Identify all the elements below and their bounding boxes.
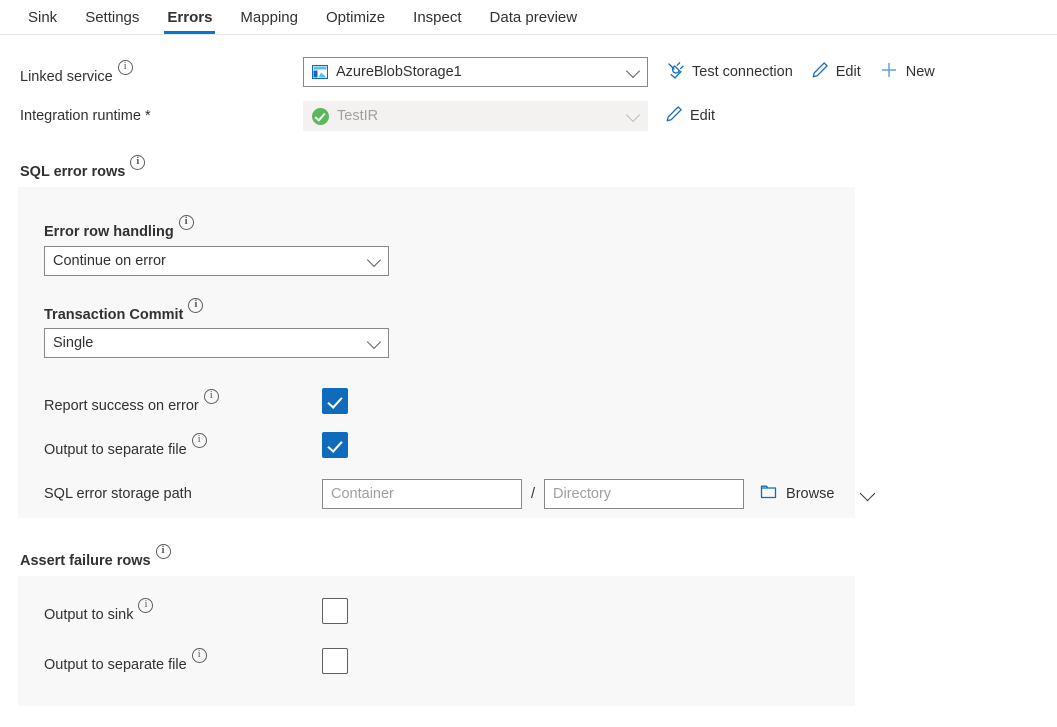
sql-error-storage-path-row: SQL error storage path / Browse: [18, 479, 855, 509]
info-icon[interactable]: [179, 215, 194, 230]
transaction-commit-dropdown[interactable]: Single: [44, 328, 389, 358]
green-check-icon: [312, 108, 329, 125]
assert-failure-rows-title-text: Assert failure rows: [20, 553, 151, 569]
test-connection-button[interactable]: Test connection: [665, 60, 793, 84]
integration-runtime-value: TestIR: [337, 108, 378, 124]
integration-runtime-label-text: Integration runtime: [20, 108, 141, 124]
report-success-on-error-checkbox[interactable]: [322, 388, 348, 414]
tab-label: Errors: [167, 9, 212, 26]
tab-data-preview[interactable]: Data preview: [476, 10, 592, 34]
info-icon[interactable]: [192, 433, 207, 448]
report-success-on-error-label-text: Report success on error: [44, 398, 199, 414]
integration-runtime-label: Integration runtime *: [20, 108, 303, 124]
sql-output-to-separate-file-label-text: Output to separate file: [44, 442, 187, 458]
linked-service-label-text: Linked service: [20, 68, 113, 84]
test-connection-label: Test connection: [692, 64, 793, 80]
chevron-down-icon: [367, 253, 381, 267]
error-row-handling-label: Error row handling: [18, 215, 855, 240]
error-row-handling-value: Continue on error: [53, 253, 166, 269]
tab-strip: Sink Settings Errors Mapping Optimize In…: [0, 0, 1057, 35]
assert-output-to-sink-label-text: Output to sink: [44, 607, 133, 623]
tab-errors[interactable]: Errors: [153, 10, 226, 34]
linked-service-label: Linked service: [20, 60, 303, 85]
sql-output-to-separate-file-label: Output to separate file: [44, 433, 322, 458]
linked-service-actions: Test connection Edit: [665, 60, 935, 84]
assert-failure-rows-title: Assert failure rows: [0, 544, 1057, 569]
linked-service-new-label: New: [906, 64, 935, 80]
assert-output-to-sink-checkbox[interactable]: [322, 598, 348, 624]
info-icon[interactable]: [188, 298, 203, 313]
folder-icon: [760, 484, 778, 504]
sql-error-storage-path-label-text: SQL error storage path: [44, 486, 192, 502]
linked-service-row: Linked service AzureBlobStorage1: [0, 56, 1057, 88]
info-icon[interactable]: [118, 60, 133, 75]
linked-service-edit-label: Edit: [836, 64, 861, 80]
required-marker: *: [145, 108, 151, 124]
assert-output-to-sink-row: Output to sink: [18, 598, 855, 624]
tab-label: Mapping: [240, 9, 298, 26]
chevron-down-icon: [626, 64, 640, 78]
tab-label: Sink: [28, 9, 57, 26]
browse-label: Browse: [786, 486, 834, 502]
transaction-commit-label: Transaction Commit: [18, 298, 855, 323]
azure-blob-storage-icon: [312, 65, 328, 79]
tab-optimize[interactable]: Optimize: [312, 10, 399, 34]
integration-runtime-edit-label: Edit: [690, 108, 715, 124]
assert-output-to-separate-file-row: Output to separate file: [18, 648, 855, 674]
info-icon[interactable]: [204, 389, 219, 404]
assert-output-to-separate-file-label: Output to separate file: [44, 648, 322, 673]
tab-settings[interactable]: Settings: [71, 10, 153, 34]
assert-output-to-separate-file-checkbox[interactable]: [322, 648, 348, 674]
sql-error-rows-panel: Error row handling Continue on error Tra…: [18, 187, 855, 518]
sql-error-storage-path-label: SQL error storage path: [44, 486, 322, 502]
chevron-down-icon: [367, 335, 381, 349]
integration-runtime-dropdown[interactable]: TestIR: [303, 101, 648, 131]
integration-runtime-edit-button[interactable]: Edit: [665, 105, 715, 127]
error-row-handling-dropdown[interactable]: Continue on error: [44, 246, 389, 276]
chevron-down-icon: [626, 108, 640, 122]
tab-sink[interactable]: Sink: [14, 10, 71, 34]
sql-error-rows-title: SQL error rows: [0, 155, 1057, 180]
integration-runtime-row: Integration runtime * TestIR Edit: [0, 100, 1057, 132]
assert-output-to-sink-label: Output to sink: [44, 598, 322, 623]
error-row-handling-label-text: Error row handling: [44, 224, 174, 240]
transaction-commit-value: Single: [53, 335, 93, 351]
assert-failure-rows-panel: Output to sink Output to separate file: [18, 576, 855, 706]
linked-service-new-button[interactable]: New: [879, 60, 935, 84]
integration-runtime-actions: Edit: [665, 105, 715, 127]
plus-icon: [879, 60, 899, 84]
browse-button[interactable]: Browse: [760, 484, 834, 504]
directory-input[interactable]: [544, 479, 744, 509]
info-icon[interactable]: [138, 598, 153, 613]
linked-service-value: AzureBlobStorage1: [336, 64, 462, 80]
info-icon[interactable]: [192, 648, 207, 663]
plug-check-icon: [665, 60, 685, 84]
path-separator: /: [531, 486, 535, 502]
transaction-commit-label-text: Transaction Commit: [44, 306, 183, 322]
assert-output-to-separate-file-label-text: Output to separate file: [44, 657, 187, 673]
report-success-on-error-label: Report success on error: [44, 389, 322, 414]
tab-label: Settings: [85, 9, 139, 26]
tab-mapping[interactable]: Mapping: [226, 10, 312, 34]
pencil-icon: [811, 61, 829, 83]
tab-inspect[interactable]: Inspect: [399, 10, 475, 34]
sql-error-rows-title-text: SQL error rows: [20, 164, 125, 180]
linked-service-dropdown[interactable]: AzureBlobStorage1: [303, 57, 648, 87]
linked-service-edit-button[interactable]: Edit: [811, 61, 861, 83]
sql-output-to-separate-file-row: Output to separate file: [18, 432, 855, 458]
sql-output-to-separate-file-checkbox[interactable]: [322, 432, 348, 458]
tab-label: Inspect: [413, 9, 461, 26]
tab-label: Optimize: [326, 9, 385, 26]
tab-label: Data preview: [490, 9, 578, 26]
container-input[interactable]: [322, 479, 522, 509]
info-icon[interactable]: [156, 544, 171, 559]
pencil-icon: [665, 105, 683, 127]
info-icon[interactable]: [130, 155, 145, 170]
report-success-on-error-row: Report success on error: [18, 388, 855, 414]
